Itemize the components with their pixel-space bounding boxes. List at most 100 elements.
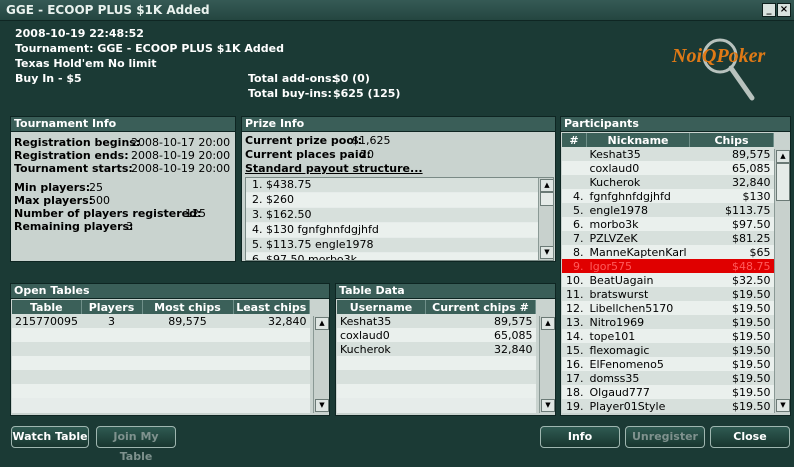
participant-rank: 17. [562,371,587,385]
table-least-chips [233,328,310,342]
col-header-username[interactable]: Username [337,300,426,314]
table-row[interactable] [337,384,536,398]
table-row[interactable]: coxlaud0 65,085 [337,328,536,342]
participant-nickname: bratswurst [586,287,690,301]
participant-rank: 8. [562,245,587,259]
table-row[interactable] [12,356,310,370]
unregister-button[interactable]: Unregister [625,426,705,448]
participant-chips: $81.25 [689,231,774,245]
participants-table: # Nickname Chips Keshat35 89,575 coxlaud0 6… [562,133,774,413]
scroll-thumb[interactable] [540,192,553,206]
header-datetime: 2008-10-19 22:48:52 [15,27,144,40]
header-addons-label: Total add-ons: [248,72,336,85]
header-game: Texas Hold'em No limit [15,57,157,70]
scroll-up-icon[interactable]: ▲ [540,179,553,192]
participant-row[interactable]: 17. domss35 $19.50 [562,371,774,385]
participant-chips: $130 [689,189,774,203]
join-my-table-button[interactable]: Join My Table [96,426,176,463]
participant-row[interactable]: 10. BeatUagain $32.50 [562,273,774,287]
table-row[interactable]: Keshat35 89,575 [337,314,536,328]
payout-item[interactable]: 6. $97.50 morbo3k [246,253,538,260]
participant-row[interactable]: 8. ManneKaptenKarl $65 [562,245,774,259]
payout-structure-link[interactable]: Standard payout structure... [245,162,423,175]
participants-scrollbar[interactable]: ▲ ▼ [774,149,790,413]
participant-row[interactable]: 14. tope101 $19.50 [562,329,774,343]
payout-item[interactable]: 1. $438.75 [246,178,538,193]
table-row[interactable]: 215770095 3 89,575 32,840 [12,314,310,328]
col-header-table[interactable]: Table [12,300,82,314]
table-row[interactable] [12,370,310,384]
participant-rank: 12. [562,301,587,315]
payout-item[interactable]: 3. $162.50 [246,208,538,223]
participant-nickname: fgnfghnfdgjhfd [586,189,690,203]
scroll-down-icon[interactable]: ▼ [776,399,790,412]
participant-row[interactable]: 5. engle1978 $113.75 [562,203,774,217]
payout-item[interactable]: 5. $113.75 engle1978 [246,238,538,253]
table-row[interactable] [337,356,536,370]
participant-row[interactable]: 9. Igor575 $48.75 [562,259,774,273]
table-least-chips: 32,840 [233,314,310,328]
table-row[interactable] [12,328,310,342]
participant-rank [562,147,587,161]
participant-row[interactable]: Kucherok 32,840 [562,175,774,189]
col-header-players[interactable]: Players [81,300,143,314]
watch-table-button[interactable]: Watch Table [11,426,89,448]
payout-item[interactable]: 4. $130 fgnfghnfdgjhfd [246,223,538,238]
scroll-thumb[interactable] [776,163,790,201]
open-tables-table: Table Players Most chips Least chips 215… [12,300,310,398]
username [337,370,426,384]
scroll-up-icon[interactable]: ▲ [776,150,790,163]
scroll-up-icon[interactable]: ▲ [541,317,555,330]
table-row[interactable] [337,370,536,384]
col-header-rank[interactable]: # [562,133,587,147]
participant-row[interactable]: 4. fgnfghnfdgjhfd $130 [562,189,774,203]
tournament-info-panel: Tournament Info Registration begins: 200… [10,116,236,262]
participant-nickname: tope101 [586,329,690,343]
open-tables-scrollbar[interactable]: ▲ ▼ [313,316,329,413]
participant-rank: 5. [562,203,587,217]
participant-nickname: ElFenomeno5 [586,357,690,371]
participant-nickname: ManneKaptenKarl [586,245,690,259]
participant-row[interactable]: coxlaud0 65,085 [562,161,774,175]
col-header-least-chips[interactable]: Least chips [233,300,310,314]
participant-row[interactable]: 16. ElFenomeno5 $19.50 [562,357,774,371]
participant-row[interactable]: 19. Player01Style $19.50 [562,399,774,413]
remaining-label: Remaining players: [14,220,134,233]
table-row[interactable] [12,384,310,398]
participant-row[interactable]: 12. Libellchen5170 $19.50 [562,301,774,315]
col-header-nickname[interactable]: Nickname [586,133,691,147]
participant-chips: $19.50 [689,301,774,315]
table-least-chips [233,384,310,398]
payout-scrollbar[interactable]: ▲ ▼ [538,178,553,260]
table-row[interactable] [12,342,310,356]
close-button[interactable]: Close [710,426,790,448]
participant-row[interactable]: 18. Olgaud777 $19.50 [562,385,774,399]
scroll-down-icon[interactable]: ▼ [540,246,553,259]
prize-pool-label: Current prize pool: [245,134,363,147]
minimize-icon[interactable]: _ [762,3,776,17]
participant-row[interactable]: 7. PZLVZeK $81.25 [562,231,774,245]
current-chips: 32,840 [425,342,536,356]
participant-chips: $113.75 [689,203,774,217]
scroll-down-icon[interactable]: ▼ [541,399,555,412]
participant-row[interactable]: 15. flexomagic $19.50 [562,343,774,357]
scroll-up-icon[interactable]: ▲ [315,317,329,330]
participant-row[interactable]: 13. Nitro1969 $19.50 [562,315,774,329]
header-tournament: Tournament: GGE - ECOOP PLUS $1K Added [15,42,284,55]
close-icon[interactable]: × [777,3,791,17]
payout-list[interactable]: 1. $438.75 2. $260 3. $162.50 4. $130 fgnfg… [245,177,554,261]
col-header-current-chips[interactable]: Current chips # [425,300,536,314]
table-players [81,384,142,398]
table-data-scrollbar[interactable]: ▲ ▼ [539,316,555,413]
participant-row[interactable]: 6. morbo3k $97.50 [562,217,774,231]
info-button[interactable]: Info [540,426,620,448]
participant-row[interactable]: Keshat35 89,575 [562,147,774,161]
col-header-chips[interactable]: Chips [689,133,774,147]
noiq-poker-logo: NoiQPoker [668,32,780,104]
scroll-down-icon[interactable]: ▼ [315,399,329,412]
header-buyins-value: $625 (125) [333,87,401,100]
participant-row[interactable]: 11. bratswurst $19.50 [562,287,774,301]
table-row[interactable]: Kucherok 32,840 [337,342,536,356]
col-header-most-chips[interactable]: Most chips [142,300,234,314]
payout-item[interactable]: 2. $260 [246,193,538,208]
